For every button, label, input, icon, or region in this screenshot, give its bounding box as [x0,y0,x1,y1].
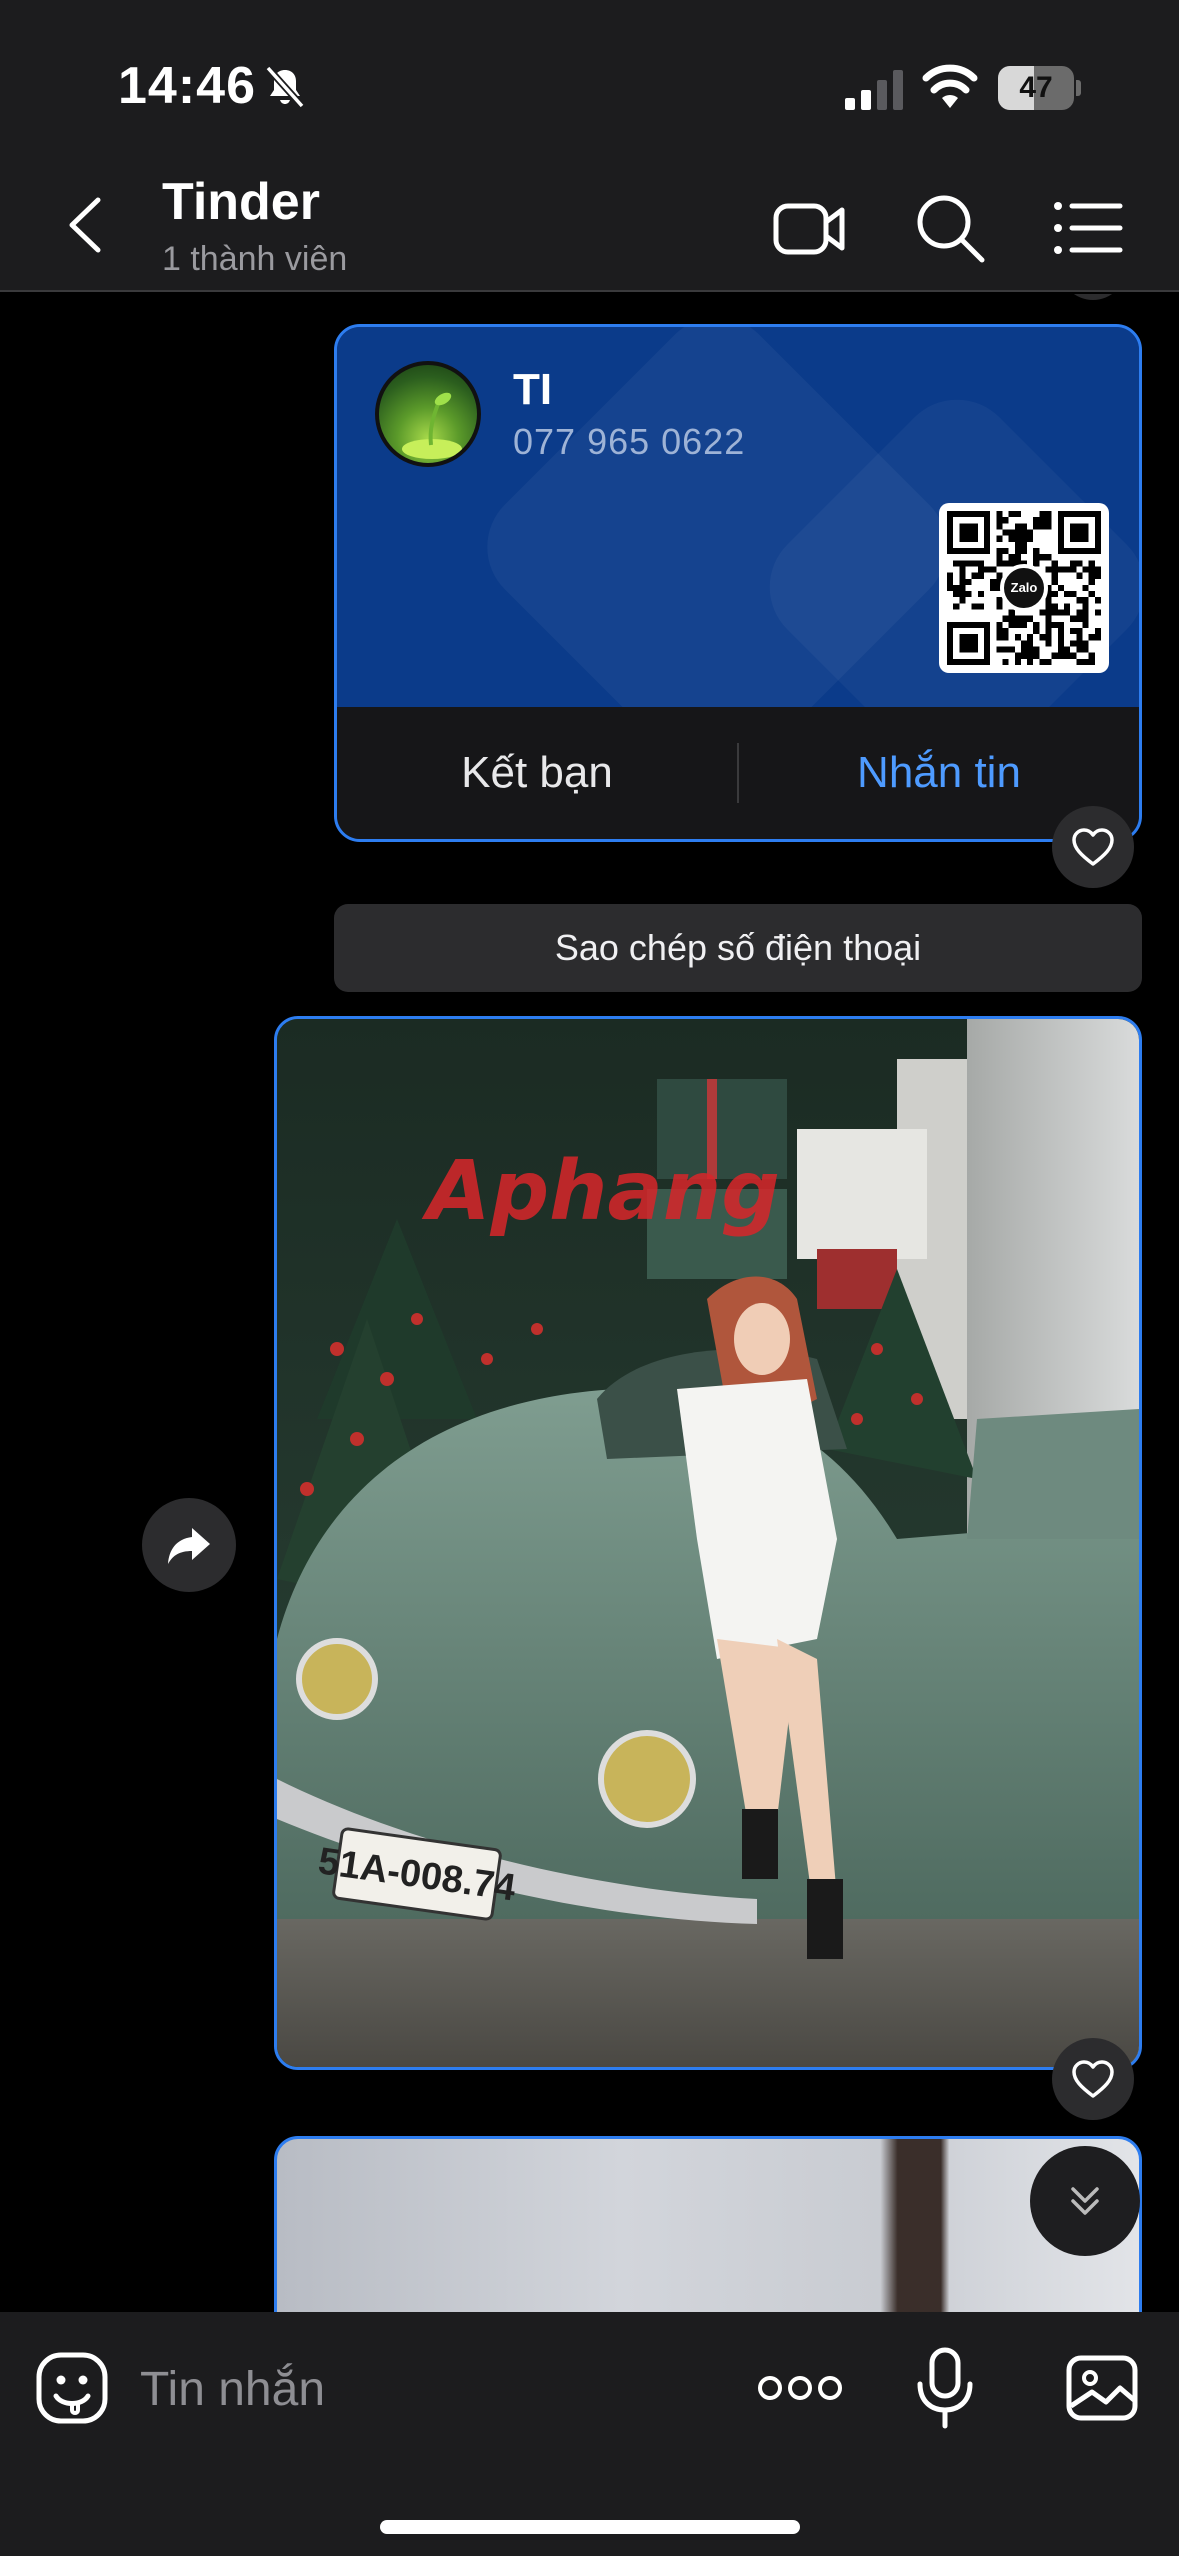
more-dots-icon[interactable] [756,2358,844,2418]
heart-icon [1072,828,1114,866]
battery-level: 47 [1019,71,1053,104]
scroll-to-bottom-button[interactable] [1030,2146,1140,2256]
cellular-signal-icon [845,70,903,110]
video-call-icon[interactable] [772,190,848,266]
forward-button[interactable] [142,1498,236,1592]
heart-reaction-button[interactable] [1052,806,1134,888]
back-chevron-icon[interactable] [56,190,116,260]
status-time: 14:46 [118,57,256,115]
message-input-bar [0,2312,1179,2556]
photo-watermark: Aphang [421,1144,780,1239]
reaction-button-partial[interactable] [1060,294,1126,300]
add-friend-button[interactable]: Kết bạn [337,707,737,839]
contact-card-header: TI 077 965 0622 Zalo [337,327,1139,707]
chat-member-count: 1 thành viên [162,240,348,278]
contact-name: TI [513,365,553,414]
heart-reaction-button[interactable] [1052,2038,1134,2120]
photo-message[interactable] [274,2136,1142,2312]
double-chevron-down-icon [1071,2187,1099,2215]
bell-slash-icon [265,65,305,109]
wifi-icon [922,64,978,108]
message-input[interactable] [140,2352,700,2426]
status-bar: 14:46 47 [0,0,1179,160]
qr-code[interactable]: Zalo [939,503,1109,673]
copy-phone-button[interactable]: Sao chép số điện thoại [334,904,1142,992]
microphone-icon[interactable] [914,2346,976,2430]
battery-icon: 47 [998,66,1081,110]
gallery-icon[interactable] [1064,2350,1140,2426]
chat-title[interactable]: Tinder [162,172,320,232]
contact-card[interactable]: TI 077 965 0622 Zalo Kết bạn Nhắn tin [334,324,1142,842]
heart-icon [1072,2060,1114,2098]
menu-list-icon[interactable] [1050,190,1126,266]
search-icon[interactable] [912,190,988,266]
forward-arrow-icon [168,1528,210,1564]
message-list[interactable]: TI 077 965 0622 Zalo Kết bạn Nhắn tin Sa… [0,294,1179,2312]
chat-header: Tinder 1 thành viên [0,160,1179,292]
zalo-logo: Zalo [1000,564,1048,612]
contact-avatar[interactable] [375,361,481,467]
contact-card-actions: Kết bạn Nhắn tin [337,707,1139,839]
photo-image: 51A-008.74 Aphang [277,1019,1139,2067]
home-indicator [380,2520,800,2534]
contact-phone: 077 965 0622 [513,421,746,462]
sticker-icon[interactable] [34,2350,110,2426]
photo-message[interactable]: 51A-008.74 Aphang [274,1016,1142,2070]
